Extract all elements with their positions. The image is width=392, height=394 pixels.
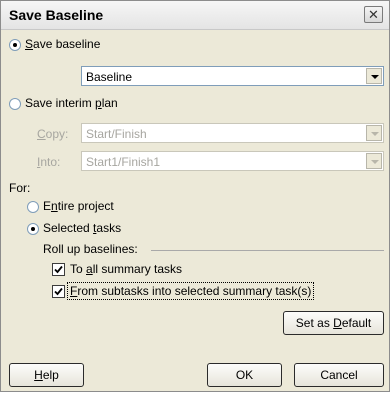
into-select-value: Start1/Finish1 xyxy=(86,155,161,169)
checkmark-icon xyxy=(54,265,63,274)
from-subtasks-label[interactable]: From subtasks into selected summary task… xyxy=(70,284,311,298)
help-button[interactable]: Help xyxy=(9,363,84,387)
from-subtasks-checkbox[interactable] xyxy=(52,285,65,298)
baseline-select-value: Baseline xyxy=(86,70,133,84)
chevron-down-icon xyxy=(366,125,382,141)
save-interim-plan-label[interactable]: Save interim plan xyxy=(25,96,118,110)
ok-button[interactable]: OK xyxy=(207,363,282,387)
roll-up-baselines-label: Roll up baselines: xyxy=(43,242,138,256)
set-as-default-button[interactable]: Set as Default xyxy=(283,311,384,335)
to-all-summary-tasks-checkbox[interactable] xyxy=(52,263,65,276)
copy-select: Start/Finish xyxy=(81,123,384,143)
selected-tasks-radio[interactable] xyxy=(27,223,39,235)
title-bar[interactable]: Save Baseline ✕ xyxy=(1,1,389,30)
save-baseline-label[interactable]: Save baseline xyxy=(25,37,100,51)
cancel-button[interactable]: Cancel xyxy=(294,363,384,387)
save-baseline-dialog: Save Baseline ✕ Save baseline Baseline S… xyxy=(0,0,390,392)
selected-tasks-label[interactable]: Selected tasks xyxy=(43,221,121,235)
to-all-summary-tasks-label[interactable]: To all summary tasks xyxy=(70,262,182,276)
for-label: For: xyxy=(9,181,31,195)
baseline-select[interactable]: Baseline xyxy=(81,66,384,86)
into-label: Into: xyxy=(37,155,61,169)
copy-label: Copy: xyxy=(37,127,69,141)
chevron-down-icon xyxy=(366,153,382,169)
save-baseline-radio[interactable] xyxy=(9,39,21,51)
roll-up-separator xyxy=(151,250,384,251)
entire-project-label[interactable]: Entire project xyxy=(43,199,114,213)
into-select: Start1/Finish1 xyxy=(81,151,384,171)
close-icon[interactable]: ✕ xyxy=(364,6,383,23)
chevron-down-icon[interactable] xyxy=(366,68,382,84)
copy-select-value: Start/Finish xyxy=(86,127,147,141)
dialog-title: Save Baseline xyxy=(9,7,104,23)
checkmark-icon xyxy=(54,287,63,296)
entire-project-radio[interactable] xyxy=(27,201,39,213)
save-interim-plan-radio[interactable] xyxy=(9,98,21,110)
